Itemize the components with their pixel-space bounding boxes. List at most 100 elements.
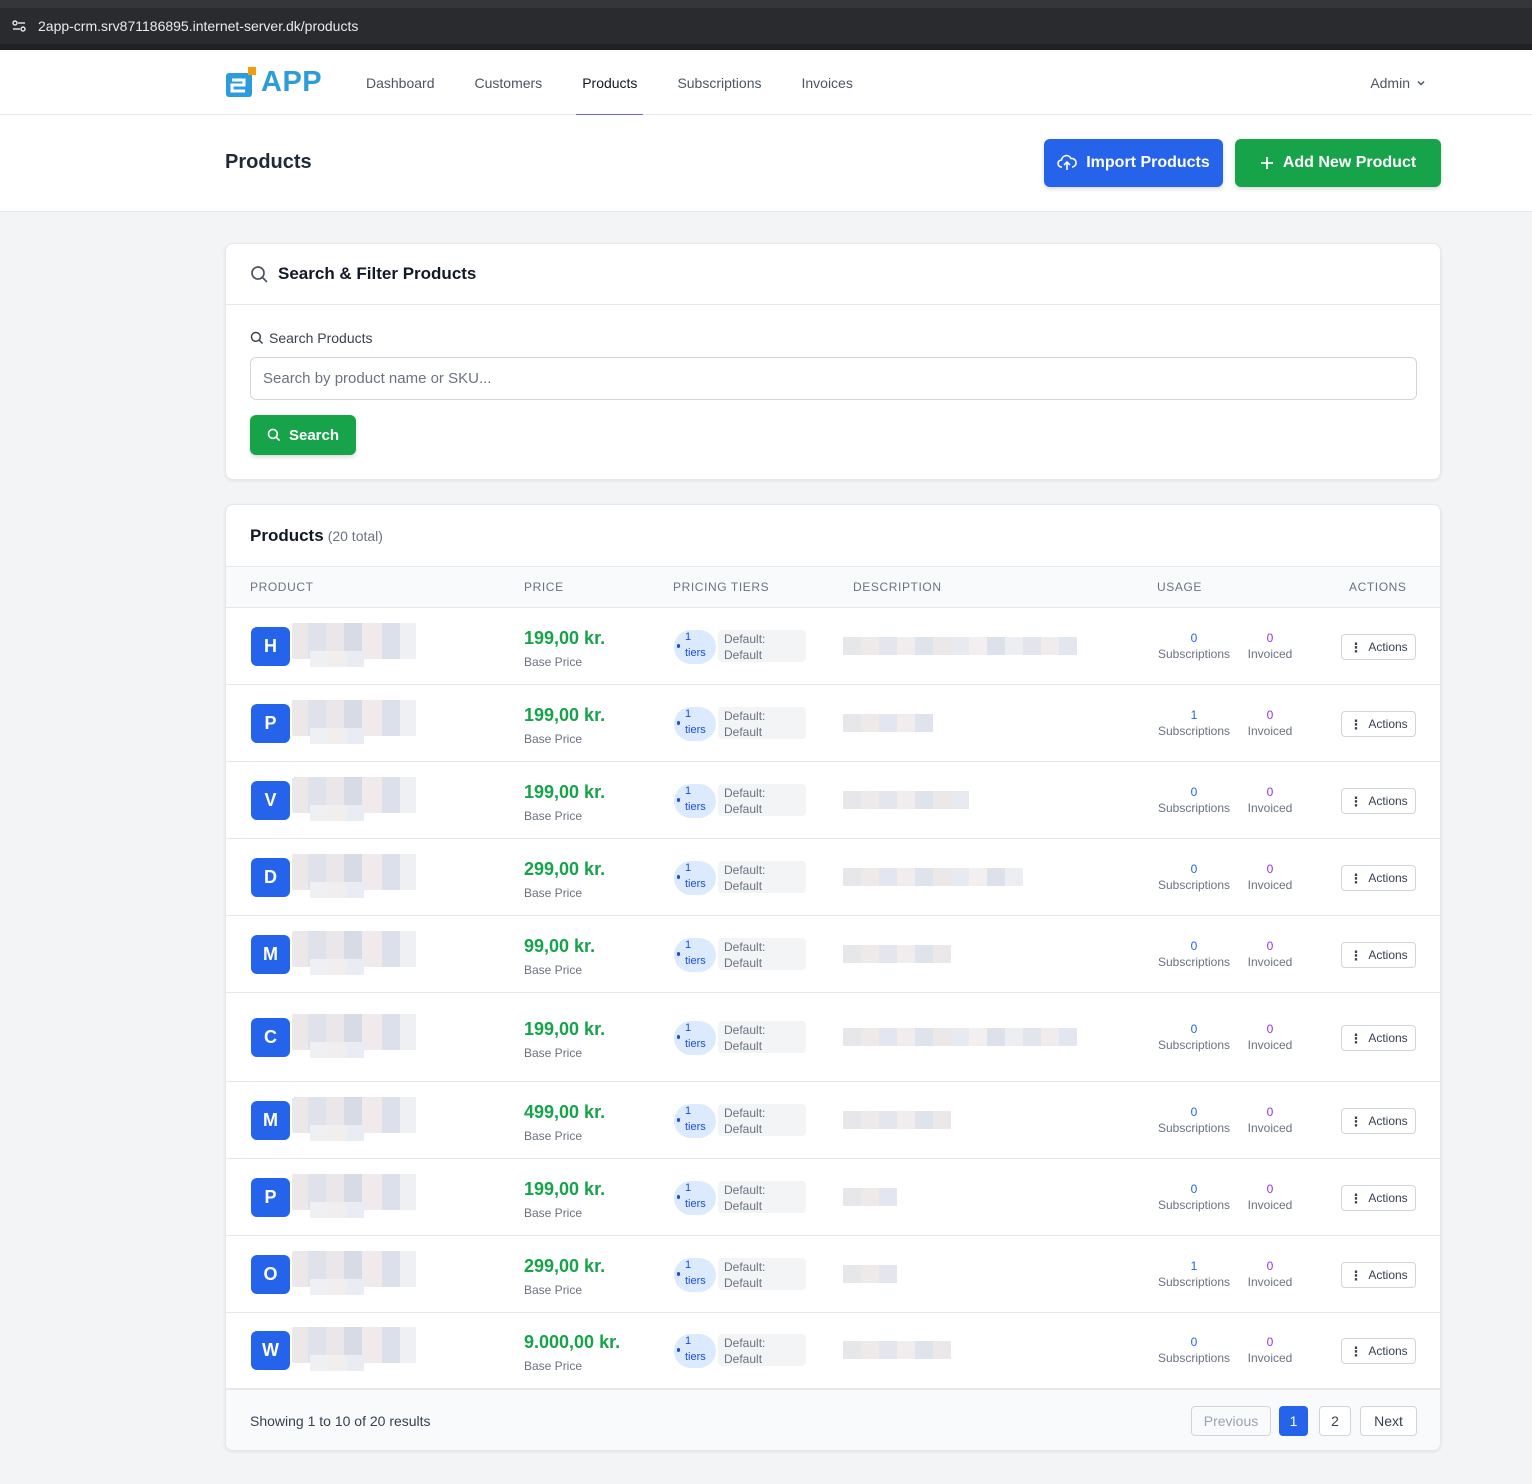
default-tier-value: Default [724, 1199, 763, 1213]
subscriptions-count: 0 [1190, 1182, 1198, 1196]
tier-dot-icon [677, 1118, 680, 1122]
row-actions-label: Actions [1368, 1031, 1408, 1045]
search-icon [250, 331, 264, 345]
product-price: 199,00 kr. [524, 1019, 606, 1039]
row-actions-label: Actions [1368, 871, 1408, 885]
search-button-label: Search [288, 426, 340, 444]
row-actions-button[interactable]: ⋮ Actions [1341, 711, 1416, 737]
next-page-button[interactable]: Next [1360, 1406, 1417, 1436]
invoiced-label: Invoiced [1247, 955, 1293, 969]
default-tier-box: Default: Default [718, 630, 806, 662]
product-sku-redacted [310, 1042, 380, 1058]
product-avatar: W [251, 1331, 290, 1370]
search-button[interactable]: Search [250, 415, 356, 455]
search-field-label-text: Search Products [269, 330, 373, 346]
add-new-product-button[interactable]: Add New Product [1235, 139, 1441, 187]
nav-products[interactable]: Products [572, 50, 647, 116]
default-tier-box: Default: Default [718, 1104, 806, 1136]
description-redacted [843, 1188, 897, 1206]
search-card-header: Search & Filter Products [226, 244, 1440, 305]
price-caption: Base Price [524, 1206, 583, 1220]
invoiced-label: Invoiced [1247, 1351, 1293, 1365]
row-actions-label: Actions [1368, 794, 1408, 808]
top-navigation: APP Dashboard Customers Products Subscri… [0, 50, 1532, 116]
product-avatar: D [251, 858, 290, 897]
table-row: P 199,00 kr. Base Price 1 tiers Default: Defau… [226, 685, 1440, 762]
import-products-button[interactable]: Import Products [1044, 139, 1223, 187]
product-price: 9.000,00 kr. [524, 1332, 621, 1352]
row-actions-button[interactable]: ⋮ Actions [1341, 634, 1416, 660]
row-actions-button[interactable]: ⋮ Actions [1341, 865, 1416, 891]
more-vertical-icon: ⋮ [1349, 639, 1363, 655]
import-products-label: Import Products [1086, 154, 1210, 171]
description-redacted [843, 791, 969, 809]
tier-dot-icon [677, 798, 680, 802]
table-row: V 199,00 kr. Base Price 1 tiers Default: Defau… [226, 762, 1440, 839]
row-actions-button[interactable]: ⋮ Actions [1341, 942, 1416, 968]
more-vertical-icon: ⋮ [1349, 716, 1363, 732]
previous-page-button[interactable]: Previous [1191, 1406, 1271, 1436]
product-sku-redacted [310, 959, 380, 975]
user-menu[interactable]: Admin [1370, 50, 1426, 115]
invoiced-count: 0 [1266, 862, 1274, 876]
browser-bar: 2app-crm.srv871186895.internet-server.dk… [0, 0, 1532, 50]
address-bar[interactable]: 2app-crm.srv871186895.internet-server.dk… [0, 8, 1532, 44]
row-actions-button[interactable]: ⋮ Actions [1341, 1338, 1416, 1364]
default-tier-value: Default [724, 802, 763, 816]
tiers-word: tiers [685, 1275, 706, 1287]
search-icon [251, 265, 268, 283]
default-tier-label: Default: [724, 863, 766, 877]
product-sku-redacted [310, 651, 380, 667]
default-tier-label: Default: [724, 709, 766, 723]
page-button-2[interactable]: 2 [1319, 1406, 1351, 1436]
nav-subscriptions[interactable]: Subscriptions [667, 50, 771, 115]
nav-invoices[interactable]: Invoices [791, 50, 862, 115]
product-sku-redacted [310, 805, 380, 821]
tiers-count: 1 [685, 708, 692, 720]
subscriptions-label: Subscriptions [1157, 1198, 1231, 1212]
more-vertical-icon: ⋮ [1349, 793, 1363, 809]
site-settings-icon[interactable] [10, 17, 28, 35]
product-avatar: M [251, 1101, 290, 1140]
default-tier-box: Default: Default [718, 861, 806, 893]
invoiced-count: 0 [1266, 708, 1274, 722]
tiers-word: tiers [685, 955, 706, 967]
product-avatar: P [251, 704, 290, 743]
price-caption: Base Price [524, 732, 583, 746]
page-button-1[interactable]: 1 [1279, 1406, 1308, 1436]
default-tier-value: Default [724, 1122, 763, 1136]
more-vertical-icon: ⋮ [1349, 1030, 1363, 1046]
cloud-upload-icon [1057, 154, 1078, 170]
tier-dot-icon [677, 1348, 680, 1352]
page-title: Products [225, 151, 312, 173]
subscriptions-count: 0 [1190, 1105, 1198, 1119]
row-actions-button[interactable]: ⋮ Actions [1341, 1262, 1416, 1288]
row-actions-button[interactable]: ⋮ Actions [1341, 1185, 1416, 1211]
logo-text: APP [261, 65, 323, 98]
price-caption: Base Price [524, 963, 583, 977]
subscriptions-label: Subscriptions [1157, 647, 1231, 661]
row-actions-button[interactable]: ⋮ Actions [1341, 788, 1416, 814]
row-actions-button[interactable]: ⋮ Actions [1341, 1108, 1416, 1134]
tiers-word: tiers [685, 878, 706, 890]
row-actions-button[interactable]: ⋮ Actions [1341, 1025, 1416, 1051]
nav-dashboard[interactable]: Dashboard [356, 50, 445, 115]
default-tier-box: Default: Default [718, 784, 806, 816]
default-tier-value: Default [724, 879, 763, 893]
nav-customers[interactable]: Customers [465, 50, 553, 115]
url-text[interactable]: 2app-crm.srv871186895.internet-server.dk… [38, 18, 358, 34]
product-avatar: P [251, 1178, 290, 1217]
table-row: O 299,00 kr. Base Price 1 tiers Default: Defau… [226, 1236, 1440, 1313]
invoiced-label: Invoiced [1247, 724, 1293, 738]
logo[interactable]: APP [224, 62, 322, 102]
default-tier-label: Default: [724, 1336, 766, 1350]
tiers-count: 1 [685, 1022, 692, 1034]
search-input[interactable] [250, 357, 1417, 400]
row-actions-label: Actions [1368, 640, 1408, 654]
price-caption: Base Price [524, 886, 583, 900]
search-field-label: Search Products [250, 330, 373, 346]
default-tier-box: Default: Default [718, 1181, 806, 1213]
description-redacted [843, 1341, 951, 1359]
invoiced-count: 0 [1266, 1182, 1274, 1196]
product-price: 199,00 kr. [524, 1179, 606, 1199]
